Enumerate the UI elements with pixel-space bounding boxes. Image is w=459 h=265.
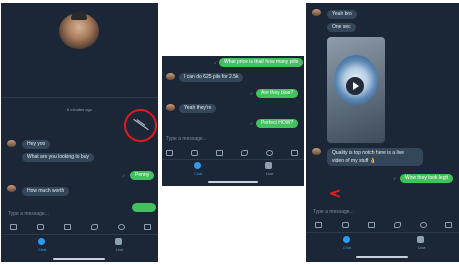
camera-icon[interactable] <box>37 224 44 230</box>
emoji-icon[interactable] <box>266 150 273 156</box>
chat-screen-2: ✓ What price is that/ how many pills I c… <box>162 56 304 186</box>
message-incoming: Hey yoo <box>22 140 51 149</box>
live-icon[interactable] <box>265 162 272 169</box>
sender-avatar <box>166 104 175 111</box>
sticker-icon[interactable] <box>91 224 98 230</box>
sticker-icon[interactable] <box>394 222 401 228</box>
gif-icon[interactable] <box>216 150 223 156</box>
sender-avatar <box>7 140 16 147</box>
camera-icon[interactable] <box>342 222 349 228</box>
sender-avatar <box>166 73 175 80</box>
message-input[interactable]: Type a message... <box>313 209 354 215</box>
message-incoming: Yeah they're <box>179 104 217 113</box>
chat-icon[interactable] <box>38 238 45 245</box>
read-check-icon: ✓ <box>214 60 218 65</box>
sender-avatar <box>312 9 321 16</box>
read-check-icon: ✓ <box>393 176 397 181</box>
nav-live-label[interactable]: Live <box>116 247 123 252</box>
gif-icon[interactable] <box>64 224 71 230</box>
sender-avatar <box>7 185 16 192</box>
read-check-icon: ✓ <box>250 91 254 96</box>
read-check-icon: ✓ <box>122 173 126 178</box>
gif-icon[interactable] <box>368 222 375 228</box>
message-incoming: Yeah bro <box>327 10 357 19</box>
profile-avatar[interactable] <box>59 12 99 49</box>
message-input[interactable]: Type a message... <box>166 136 207 142</box>
message-incoming: How much worth <box>22 187 70 196</box>
message-incoming: I can do 625 pils for 2.5k <box>179 73 244 82</box>
nav-chat-label[interactable]: Chat <box>38 247 46 252</box>
message-line: video of my stuff 👌 <box>332 158 376 164</box>
keyboard-icon[interactable] <box>445 222 452 228</box>
message-outgoing: Wow they look legit <box>400 174 453 183</box>
play-icon[interactable] <box>346 77 364 95</box>
message-outgoing: Perfect HOW? <box>256 119 299 128</box>
emoji-icon[interactable] <box>420 222 427 228</box>
message-outgoing: Penny <box>130 171 155 180</box>
photo-icon[interactable] <box>10 224 17 230</box>
chat-icon[interactable] <box>194 162 201 169</box>
camera-icon[interactable] <box>191 150 198 156</box>
nav-live-label[interactable]: Live <box>266 171 273 176</box>
photo-icon[interactable] <box>166 150 173 156</box>
keyboard-icon[interactable] <box>144 224 151 230</box>
chat-screen-1: 6 minutes ago Hey yoo What are you looki… <box>1 3 158 262</box>
sticker-icon[interactable] <box>241 150 248 156</box>
video-message[interactable] <box>327 37 385 143</box>
emoji-icon[interactable] <box>118 224 125 230</box>
annotation-circle <box>124 109 157 142</box>
message-incoming-multiline: Quality is top notch here is a live vide… <box>327 148 423 166</box>
home-indicator <box>208 181 258 183</box>
message-incoming: What are you looking to buy <box>22 153 94 162</box>
home-indicator <box>53 258 105 260</box>
nav-chat-label[interactable]: Chat <box>194 171 202 176</box>
redaction-mark <box>329 189 341 198</box>
message-input[interactable]: Type a message... <box>8 211 49 217</box>
nav-live-label[interactable]: Live <box>418 245 425 250</box>
nav-chat-label[interactable]: Chat <box>343 245 351 250</box>
chat-screen-3: Yeah bro One sec Quality is top notch he… <box>306 3 459 262</box>
read-check-icon: ✓ <box>250 121 254 126</box>
sender-avatar <box>312 148 321 155</box>
live-icon[interactable] <box>417 236 424 243</box>
message-outgoing-partial <box>132 203 156 212</box>
message-outgoing: What price is that/ how many pills <box>219 58 304 67</box>
message-outgoing: Are they blue? <box>256 89 299 98</box>
photo-icon[interactable] <box>315 222 322 228</box>
message-line: Quality is top notch here is a live <box>332 150 404 156</box>
keyboard-icon[interactable] <box>291 150 298 156</box>
message-incoming: One sec <box>327 23 356 32</box>
chat-icon[interactable] <box>343 236 350 243</box>
home-indicator <box>356 256 408 258</box>
live-icon[interactable] <box>115 238 122 245</box>
